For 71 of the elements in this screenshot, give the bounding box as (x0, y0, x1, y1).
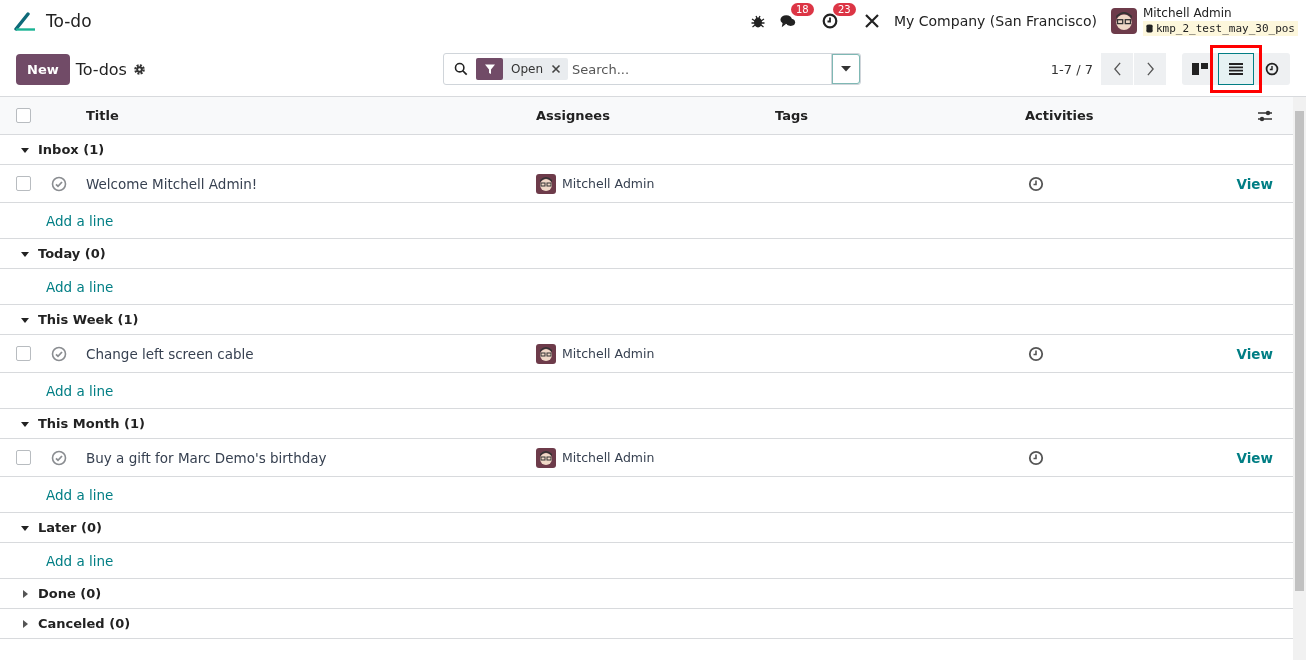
check-circle-icon[interactable] (51, 449, 67, 466)
message-count-badge: 18 (790, 3, 814, 16)
search-options-button[interactable] (831, 54, 860, 84)
check-circle-icon[interactable] (51, 175, 67, 192)
column-header[interactable]: Activities (1025, 108, 1125, 123)
list-icon (1228, 62, 1244, 76)
settings-icon[interactable] (132, 62, 146, 76)
remove-icon[interactable] (551, 64, 562, 74)
column-header[interactable]: Title (86, 108, 536, 123)
caret-icon (20, 588, 30, 599)
tools-icon[interactable] (863, 13, 880, 29)
add-line-link[interactable]: Add a line (46, 552, 114, 569)
view-link[interactable]: View (1236, 345, 1273, 362)
row-checkbox[interactable] (15, 176, 31, 191)
add-line-link[interactable]: Add a line (46, 382, 114, 399)
row-checkbox[interactable] (15, 450, 31, 465)
group-row[interactable]: Later (0) (0, 513, 1293, 543)
user-name[interactable]: Mitchell Admin (1142, 6, 1298, 21)
clock-icon[interactable] (1028, 175, 1044, 192)
group-row[interactable]: Canceled (0) (0, 609, 1293, 639)
assignee-name: Mitchell Admin (562, 450, 655, 465)
group-row[interactable]: Done (0) (0, 579, 1293, 609)
assignee-name: Mitchell Admin (562, 176, 655, 191)
user-avatar-icon (536, 447, 556, 468)
user-avatar-icon[interactable] (1110, 8, 1137, 34)
company-switcher[interactable]: My Company (San Francisco) (893, 13, 1097, 29)
caret-icon (20, 618, 30, 629)
group-row[interactable]: This Month (1) (0, 409, 1293, 439)
chevron-right-icon (1145, 62, 1155, 76)
view-link[interactable]: View (1236, 175, 1273, 192)
table-cell-text: Change left screen cable (86, 345, 255, 362)
clock-icon[interactable] (1028, 345, 1044, 362)
search-bar[interactable]: Open Search... (443, 53, 861, 85)
chevron-left-icon (1112, 62, 1122, 76)
group-row[interactable]: This Week (1) (0, 305, 1293, 335)
new-button[interactable]: New (16, 53, 70, 85)
filter-facet[interactable]: Open (476, 58, 569, 80)
database-name: kmp_2_test_may_30_pos (1142, 21, 1298, 36)
view-link[interactable]: View (1236, 449, 1273, 466)
filter-icon (483, 63, 496, 75)
table-cell-text: Welcome Mitchell Admin! (86, 175, 259, 192)
assignee-name: Mitchell Admin (562, 346, 655, 361)
app-logo-icon[interactable] (14, 11, 36, 31)
activity-count-badge: 23 (832, 3, 856, 16)
select-all-checkbox[interactable] (15, 108, 31, 123)
search-icon (454, 62, 468, 76)
page-title: To-dos (75, 59, 127, 79)
add-line-link[interactable]: Add a line (46, 212, 114, 229)
chat-icon[interactable] (779, 13, 796, 29)
kanban-icon (1192, 62, 1208, 76)
app-name[interactable]: To-do (46, 11, 92, 31)
clock-icon[interactable] (821, 13, 838, 29)
column-header[interactable]: Tags (775, 108, 1025, 123)
caret-icon (841, 66, 851, 72)
group-row[interactable]: Inbox (1) (0, 135, 1293, 165)
bug-icon[interactable] (749, 13, 766, 29)
row-checkbox[interactable] (15, 346, 31, 361)
group-row[interactable]: Today (0) (0, 239, 1293, 269)
scrollbar[interactable] (1293, 97, 1306, 660)
add-line-link[interactable]: Add a line (46, 278, 114, 295)
check-circle-icon[interactable] (51, 345, 67, 362)
add-line-link[interactable]: Add a line (46, 486, 114, 503)
column-header[interactable]: Assignees (536, 108, 775, 123)
clock-icon[interactable] (1028, 449, 1044, 466)
column-settings-icon[interactable] (1257, 108, 1273, 123)
database-icon (1145, 24, 1153, 33)
clock-icon (1265, 62, 1279, 76)
user-avatar-icon (536, 343, 556, 364)
pager-value[interactable]: 1-7 / 7 (1050, 61, 1093, 77)
user-avatar-icon (536, 173, 556, 194)
table-cell-text: Buy a gift for Marc Demo's birthday (86, 449, 328, 466)
